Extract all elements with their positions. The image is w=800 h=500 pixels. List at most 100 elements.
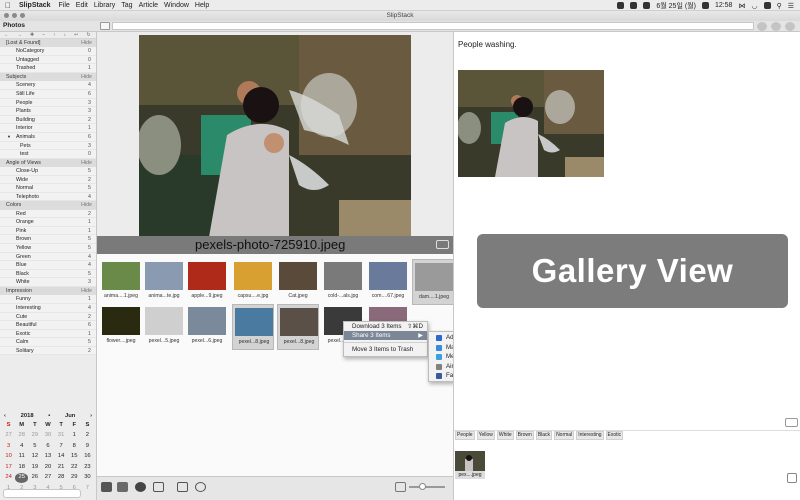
gallery-tile[interactable]: Cat.jpeg — [277, 259, 319, 305]
share-icon[interactable] — [395, 482, 406, 492]
calendar-day[interactable]: 25 — [15, 473, 29, 483]
sidebar-item-interesting[interactable]: Interesting 4 — [0, 303, 96, 313]
gallery-tile[interactable]: dam....1.jpeg — [412, 259, 454, 305]
calendar-day[interactable]: 6 — [41, 442, 54, 451]
status-icon[interactable] — [643, 2, 651, 9]
tag-chip[interactable]: Brown — [515, 431, 534, 440]
tag-chip[interactable]: Normal — [554, 431, 575, 440]
sidebar-item-interior[interactable]: Interior 1 — [0, 124, 96, 133]
search-input[interactable] — [3, 489, 81, 498]
tag-chip[interactable]: Interesting — [576, 431, 604, 440]
hide-button[interactable]: Hide — [81, 159, 92, 167]
calendar-day[interactable]: 11 — [15, 452, 28, 461]
remove-icon[interactable]: − — [42, 32, 45, 38]
expand-icon[interactable] — [436, 240, 449, 249]
status-icon[interactable] — [617, 2, 625, 9]
sidebar-item-animals[interactable]: ▼ Animals 6 — [0, 132, 96, 142]
zoom-window-button[interactable] — [20, 13, 25, 18]
calendar-day[interactable]: 13 — [41, 452, 54, 461]
sidebar-item-wide[interactable]: Wide 2 — [0, 175, 96, 185]
gallery-tile[interactable]: capsu....e.jpg — [232, 259, 274, 305]
menu-edit[interactable]: Edit — [76, 2, 88, 9]
calendar-day[interactable]: 2 — [81, 431, 94, 440]
reload-icon[interactable] — [785, 22, 795, 31]
back-icon[interactable]: ← — [4, 32, 9, 38]
sidebar-item-white[interactable]: White 3 — [0, 278, 96, 288]
toggle-sidebar-button[interactable] — [100, 22, 110, 30]
calendar-day[interactable]: 24 — [2, 473, 15, 482]
sidebar-item-solitary[interactable]: Solitary 2 — [0, 346, 96, 356]
note-text[interactable]: People washing. — [458, 40, 517, 49]
gallery-tile[interactable]: anima...te.jpg — [143, 259, 185, 305]
menu-article[interactable]: Article — [139, 2, 158, 9]
forward-icon[interactable]: → — [17, 32, 22, 38]
battery-icon[interactable] — [701, 2, 709, 9]
menu-item-move-to-trash[interactable]: Move 3 Items to Trash — [344, 345, 427, 354]
sidebar-item-still-life[interactable]: Still Life 6 — [0, 89, 96, 99]
menu-item-download[interactable]: Download 3 Items ⇧⌘D — [344, 322, 427, 331]
sidebar-item-blue[interactable]: Blue 4 — [0, 261, 96, 270]
sidebar-item-pink[interactable]: Pink 1 — [0, 226, 96, 236]
calendar-day[interactable]: 23 — [81, 463, 94, 472]
sidebar-item-test[interactable]: test 0 — [0, 150, 96, 159]
sidebar-item-building[interactable]: Building 2 — [0, 115, 96, 125]
move-down-icon[interactable]: ↓ — [64, 32, 67, 38]
search-icon[interactable]: ⚲ — [777, 2, 782, 10]
calendar-day[interactable]: 28 — [55, 473, 68, 482]
calendar-day[interactable]: 9 — [81, 442, 94, 451]
calendar-day[interactable]: 30 — [41, 431, 54, 440]
sidebar-item-green[interactable]: Green 4 — [0, 252, 96, 262]
disclosure-triangle-icon[interactable]: ▼ — [7, 133, 11, 142]
gallery-tile[interactable]: com....67.jpeg — [367, 259, 409, 305]
calendar-day[interactable]: 16 — [81, 452, 94, 461]
calendar-day[interactable]: 12 — [28, 452, 41, 461]
share-detail-icon[interactable] — [787, 473, 797, 483]
tag-chip[interactable]: People — [455, 431, 475, 440]
next-month-icon[interactable]: › — [90, 413, 92, 419]
sidebar-item-normal[interactable]: Normal 5 — [0, 184, 96, 193]
move-up-icon[interactable]: ↑ — [53, 32, 56, 38]
calendar-day[interactable]: 15 — [68, 452, 81, 461]
tag-chip[interactable]: Exotic — [605, 431, 624, 440]
preview-photo[interactable] — [139, 35, 411, 237]
gallery-tile[interactable]: pexel...8.jpeg — [232, 304, 274, 350]
menu-library[interactable]: Library — [94, 2, 115, 9]
calendar-day[interactable]: 10 — [2, 452, 15, 461]
sidebar-item-beautiful[interactable]: Beautiful 6 — [0, 321, 96, 330]
calendar-day[interactable]: 18 — [15, 463, 28, 472]
hide-button[interactable]: Hide — [81, 201, 92, 209]
menu-app[interactable]: SlipStack — [19, 2, 51, 9]
tag-chip[interactable]: White — [496, 431, 514, 440]
minimize-window-button[interactable] — [12, 13, 17, 18]
calendar-day[interactable]: 14 — [55, 452, 68, 461]
calendar-month[interactable]: Jun — [65, 413, 75, 419]
prev-month-icon[interactable]: ‹ — [4, 413, 6, 419]
attachment-thumbnail[interactable]: pex....jpeg — [455, 451, 485, 479]
calendar-day[interactable]: 1 — [68, 431, 81, 440]
recycle-icon[interactable] — [195, 482, 206, 492]
menu-file[interactable]: File — [59, 2, 70, 9]
sidebar-item-red[interactable]: Red 2 — [0, 209, 96, 219]
menu-tag[interactable]: Tag — [121, 2, 132, 9]
calendar-day[interactable]: 21 — [55, 463, 68, 472]
calendar-day[interactable]: 31 — [55, 431, 68, 440]
status-icon[interactable] — [630, 2, 638, 9]
calendar-day[interactable]: 7 — [55, 442, 68, 451]
calendar-day[interactable]: 5 — [28, 442, 41, 451]
car-icon[interactable] — [101, 482, 112, 492]
sidebar-item-trashed[interactable]: Trashed 1 — [0, 64, 96, 74]
notification-icon[interactable]: ☰ — [788, 2, 794, 10]
slider-knob[interactable] — [419, 483, 426, 490]
sidebar-item-scenery[interactable]: Scenery 4 — [0, 81, 96, 90]
calendar-day[interactable]: 8 — [68, 442, 81, 451]
address-field[interactable] — [112, 22, 754, 30]
calendar-dot-icon[interactable]: • — [48, 413, 50, 419]
calendar-day[interactable]: 26 — [28, 473, 41, 482]
calendar-day[interactable]: 4 — [15, 442, 28, 451]
calendar-day[interactable]: 17 — [2, 463, 15, 472]
sidebar-item-funny[interactable]: Funny 1 — [0, 295, 96, 304]
sidebar-item-telephoto[interactable]: Telephoto 4 — [0, 192, 96, 202]
calendar-day[interactable]: 3 — [2, 442, 15, 451]
calendar-day[interactable]: 27 — [2, 431, 15, 440]
calendar-day[interactable]: 28 — [15, 431, 28, 440]
